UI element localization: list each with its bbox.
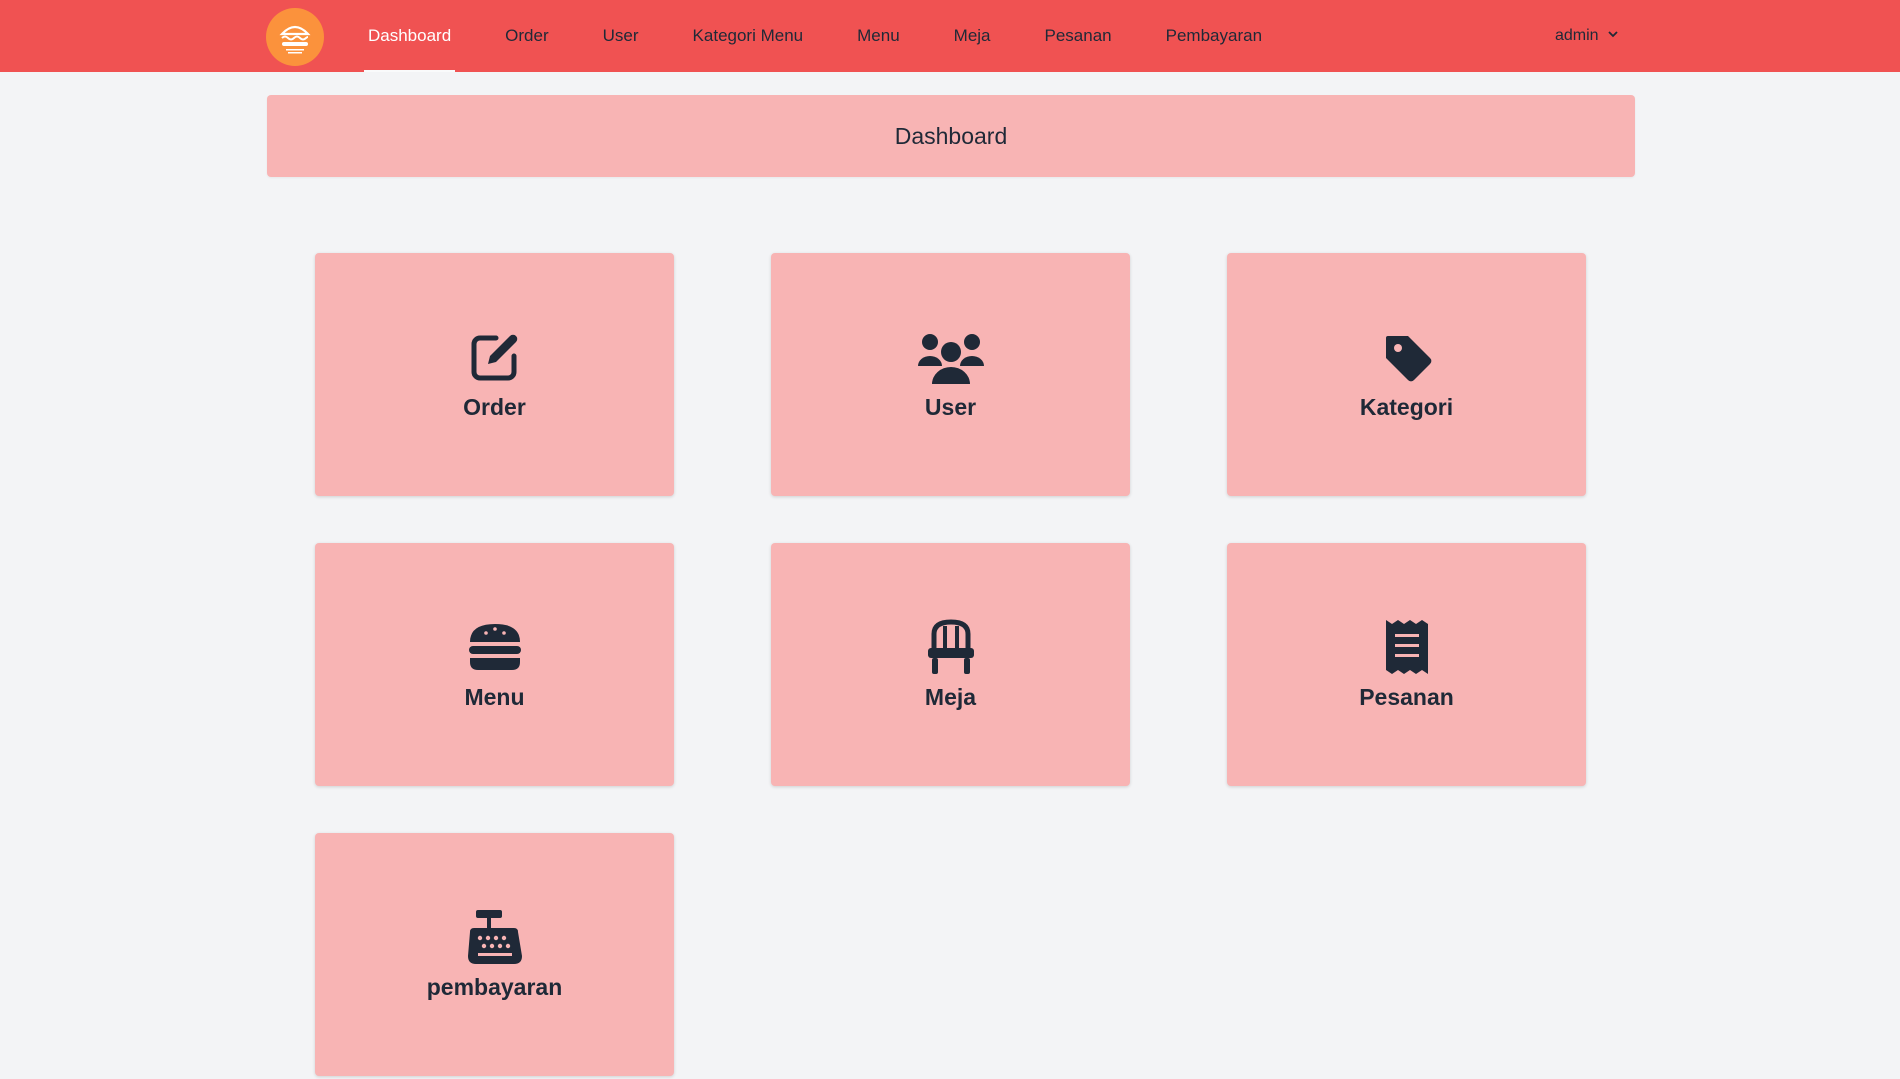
tag-icon — [1372, 328, 1442, 386]
nav-link-order[interactable]: Order — [505, 0, 548, 72]
card-label: Kategori — [1359, 394, 1454, 420]
card-label: Order — [463, 394, 526, 420]
user-menu-label: admin — [1555, 27, 1599, 44]
cash-register-icon — [460, 908, 530, 966]
card-kategori[interactable]: Kategori — [1227, 253, 1586, 496]
card-label: Pesanan — [1359, 684, 1454, 710]
card-meja[interactable]: Meja — [771, 543, 1130, 786]
page-header: Dashboard — [267, 95, 1635, 177]
card-user[interactable]: User — [771, 253, 1130, 496]
top-navbar: Dashboard Order User Kategori Menu Menu … — [0, 0, 1900, 72]
burger-logo-icon[interactable] — [266, 8, 324, 66]
receipt-icon — [1372, 618, 1442, 676]
card-order[interactable]: Order — [315, 253, 674, 496]
card-label: User — [924, 394, 977, 420]
card-pesanan[interactable]: Pesanan — [1227, 543, 1586, 786]
page-title: Dashboard — [894, 122, 1008, 149]
chevron-down-icon — [1607, 27, 1619, 45]
card-label: Meja — [924, 684, 977, 710]
card-menu[interactable]: Menu — [315, 543, 674, 786]
nav-link-pesanan[interactable]: Pesanan — [1045, 0, 1112, 72]
card-pembayaran[interactable]: pembayaran — [315, 833, 674, 1076]
nav-link-kategori-menu[interactable]: Kategori Menu — [693, 0, 804, 72]
user-menu-button[interactable]: admin — [1555, 0, 1619, 72]
card-label: Menu — [464, 684, 525, 710]
burger-icon — [460, 618, 530, 676]
nav-link-pembayaran[interactable]: Pembayaran — [1166, 0, 1262, 72]
nav-link-menu[interactable]: Menu — [857, 0, 900, 72]
chair-icon — [916, 618, 986, 676]
users-icon — [916, 328, 986, 386]
edit-icon — [460, 328, 530, 386]
nav-link-dashboard[interactable]: Dashboard — [363, 0, 456, 72]
nav-link-meja[interactable]: Meja — [954, 0, 991, 72]
main-nav: Dashboard Order User Kategori Menu Menu … — [363, 0, 1262, 72]
nav-link-user[interactable]: User — [603, 0, 639, 72]
card-label: pembayaran — [426, 974, 563, 1000]
